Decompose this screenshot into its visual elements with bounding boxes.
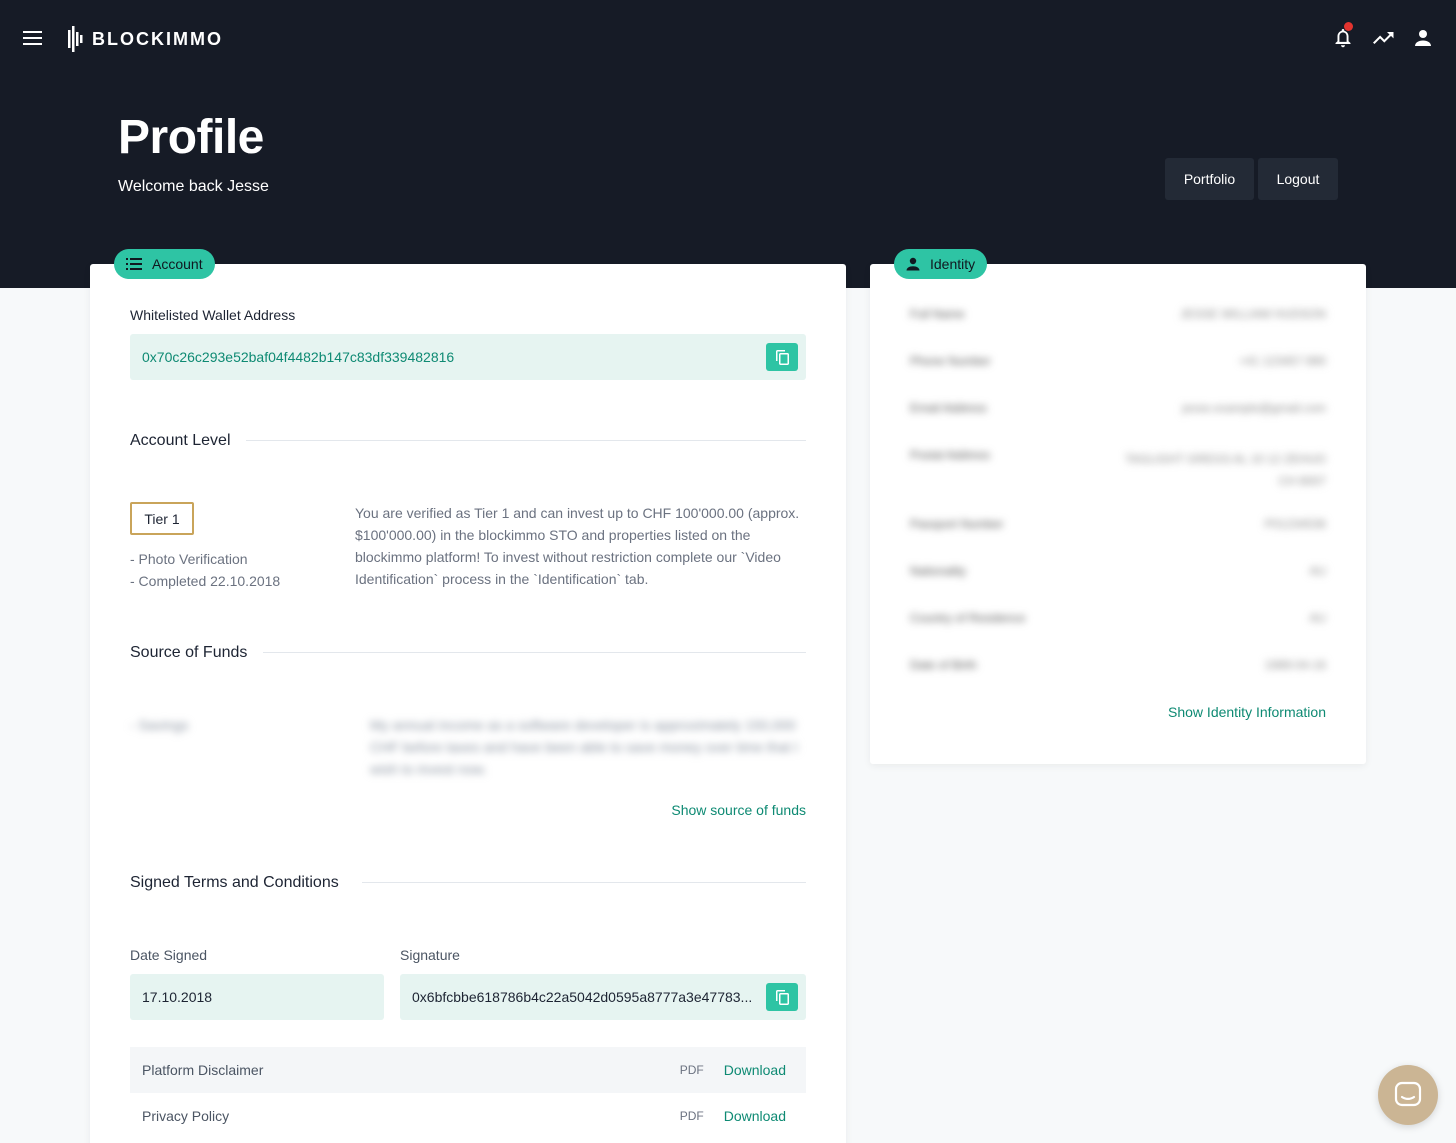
tier-details: - Photo Verification - Completed 22.10.2…	[130, 548, 280, 592]
welcome-text: Welcome back Jesse	[118, 178, 269, 195]
tier-description: You are verified as Tier 1 and can inves…	[355, 505, 800, 587]
identity-row: Phone Number +41 123457 890	[910, 354, 1326, 368]
brand-name: BLOCKIMMO	[92, 28, 223, 49]
tab-account[interactable]: Account	[114, 249, 215, 279]
identity-row: Postal Address TAGLIGHT GREGS AL 10 12 Z…	[910, 448, 1326, 492]
identity-row: Passport Number P01234536	[910, 517, 1326, 531]
identity-row: Email Address jesse.example@gmail.com	[910, 401, 1326, 415]
copy-wallet-button[interactable]	[766, 343, 798, 371]
list-icon	[126, 258, 142, 270]
copy-signature-button[interactable]	[766, 983, 798, 1011]
date-signed-value: 17.10.2018	[142, 989, 213, 1005]
document-row: Privacy Policy PDF Download	[130, 1093, 806, 1139]
identity-key: Phone Number	[910, 354, 991, 368]
identity-row: Country of Residence AU	[910, 611, 1326, 625]
funds-source: - Savings	[130, 717, 189, 733]
identity-card: Full Name JESSE WILLIAM HUDSON Phone Num…	[870, 264, 1366, 764]
trending-up-icon[interactable]	[1372, 26, 1394, 50]
identity-value: JESSE WILLIAM HUDSON	[1179, 307, 1326, 321]
top-bar: BLOCKIMMO	[0, 0, 1456, 76]
notification-bell-icon[interactable]	[1332, 22, 1354, 50]
identity-value: jesse.example@gmail.com	[1182, 401, 1326, 415]
document-type: PDF	[679, 1063, 704, 1077]
tab-account-label: Account	[152, 256, 203, 272]
logo-mark-icon	[68, 26, 83, 52]
page-title: Profile	[118, 111, 264, 164]
tier-detail-completed: - Completed 22.10.2018	[130, 573, 281, 589]
top-icons	[1332, 22, 1434, 50]
show-identity-info-link[interactable]: Show Identity Information	[1168, 704, 1326, 720]
signature-field: 0x6bfcbbe618786b4c22a5042d0595a8777a3e47…	[400, 974, 806, 1020]
identity-value-line: TAGLIGHT GREGS AL 10 12 ZEHUO	[1124, 452, 1326, 466]
document-name: Privacy Policy	[142, 1108, 230, 1124]
identity-row: Full Name JESSE WILLIAM HUDSON	[910, 307, 1326, 321]
divider	[246, 440, 806, 441]
identity-value: 1989-04-16	[1264, 658, 1326, 672]
tier-badge: Tier 1	[130, 502, 194, 535]
date-signed-label: Date Signed	[130, 947, 208, 963]
wallet-address[interactable]: 0x70c26c293e52baf04f4482b147c83df3394828…	[142, 349, 454, 365]
identity-value: P01234536	[1264, 517, 1326, 531]
divider	[263, 652, 806, 653]
funds-explanation: My annual income as a software developer…	[370, 717, 799, 777]
divider	[362, 882, 806, 883]
account-card: Whitelisted Wallet Address 0x70c26c293e5…	[90, 264, 846, 1143]
tier-detail-photo: - Photo Verification	[130, 551, 248, 567]
chat-icon	[1394, 1081, 1422, 1107]
menu-icon[interactable]	[22, 27, 44, 49]
identity-key: Passport Number	[910, 517, 1004, 531]
account-level-title: Account Level	[130, 432, 231, 449]
identity-key: Country of Residence	[910, 611, 1026, 625]
identity-key: Full Name	[910, 307, 965, 321]
document-type: PDF	[679, 1109, 704, 1123]
identity-key: Nationality	[910, 564, 967, 578]
document-row: Platform Disclaimer PDF Download	[130, 1047, 806, 1093]
logout-button[interactable]: Logout	[1258, 158, 1338, 200]
identity-value: AU	[1309, 564, 1326, 578]
identity-value: AU	[1309, 611, 1326, 625]
download-link[interactable]: Download	[724, 1108, 786, 1124]
identity-row: Date of Birth 1989-04-16	[910, 658, 1326, 672]
signature-value[interactable]: 0x6bfcbbe618786b4c22a5042d0595a8777a3e47…	[412, 989, 752, 1005]
document-name: Platform Disclaimer	[142, 1062, 264, 1078]
user-icon	[906, 257, 920, 271]
signature-label: Signature	[400, 947, 460, 963]
identity-key: Date of Birth	[910, 658, 977, 672]
identity-value: +41 123457 890	[1238, 354, 1326, 368]
notification-dot	[1344, 22, 1353, 31]
signed-terms-title: Signed Terms and Conditions	[130, 874, 339, 891]
header-buttons: Portfolio Logout	[1165, 158, 1338, 200]
wallet-address-field: 0x70c26c293e52baf04f4482b147c83df3394828…	[130, 334, 806, 380]
tab-identity[interactable]: Identity	[894, 249, 988, 279]
chat-launcher-button[interactable]	[1378, 1065, 1438, 1125]
source-of-funds-title: Source of Funds	[130, 644, 248, 661]
identity-key: Postal Address	[910, 448, 991, 462]
wallet-label: Whitelisted Wallet Address	[130, 307, 296, 323]
show-source-of-funds-link[interactable]: Show source of funds	[671, 802, 806, 818]
identity-key: Email Address	[910, 401, 987, 415]
identity-value-line: CH 8007	[1278, 474, 1326, 488]
download-link[interactable]: Download	[724, 1062, 786, 1078]
user-icon[interactable]	[1412, 26, 1434, 50]
copy-icon	[775, 989, 789, 1005]
identity-row: Nationality AU	[910, 564, 1326, 578]
identity-value: TAGLIGHT GREGS AL 10 12 ZEHUO CH 8007	[1125, 448, 1326, 492]
portfolio-button[interactable]: Portfolio	[1165, 158, 1254, 200]
tab-identity-label: Identity	[930, 256, 976, 272]
date-signed-field: 17.10.2018	[130, 974, 384, 1020]
logo[interactable]: BLOCKIMMO	[68, 26, 223, 52]
copy-icon	[775, 349, 789, 365]
